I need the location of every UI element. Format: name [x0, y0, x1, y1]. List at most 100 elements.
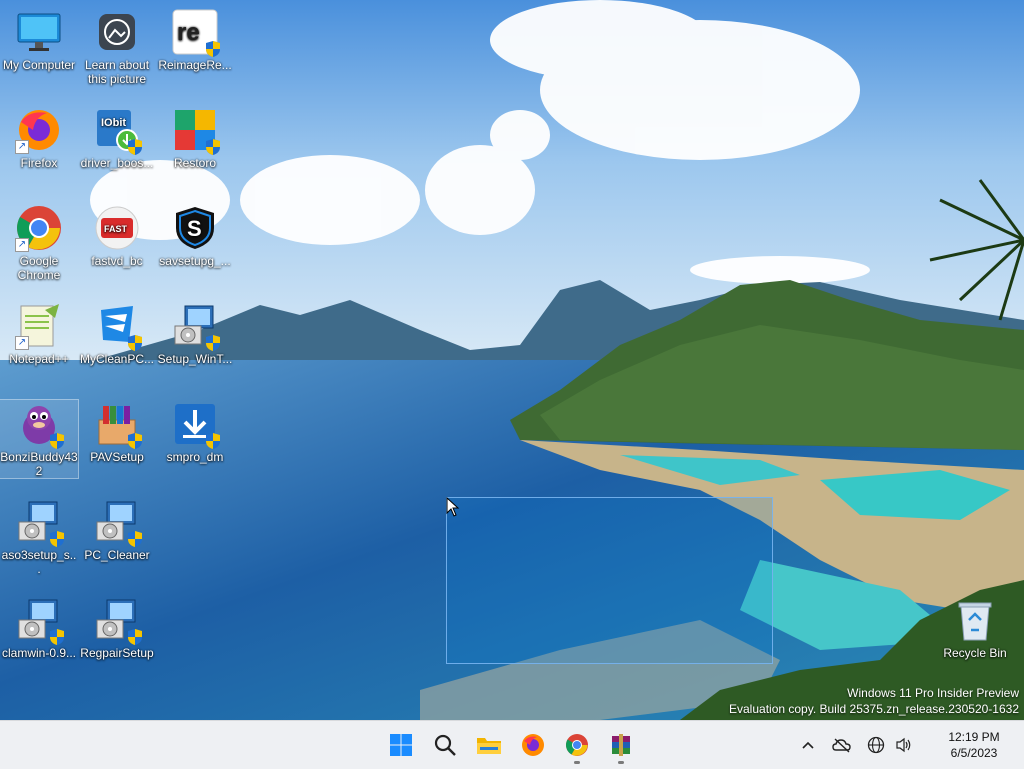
- icon-label: Google Chrome: [17, 254, 61, 282]
- icon-label: clamwin-0.9...: [1, 646, 77, 660]
- winrar-icon: [612, 734, 630, 756]
- running-indicator: [618, 761, 624, 764]
- shortcut-arrow-icon: ↗: [15, 336, 29, 350]
- icon-setup-wint[interactable]: Setup_WinT...: [156, 302, 234, 366]
- icon-label: BonziBuddy432: [0, 450, 78, 478]
- icon-savsetup[interactable]: Ssavsetupg_...: [156, 204, 234, 268]
- uac-shield-icon: [128, 433, 142, 449]
- icon-label: aso3setup_s...: [1, 548, 77, 576]
- uac-shield-icon: [128, 139, 142, 155]
- installer-icon: [93, 498, 142, 547]
- mouse-pointer-icon: [446, 497, 460, 517]
- svg-text:IObit: IObit: [101, 117, 126, 129]
- taskbar: 12:19 PM 6/5/2023: [0, 720, 1024, 769]
- uac-shield-icon: [206, 433, 220, 449]
- icon-fastvd[interactable]: FAST fastvd_bc: [78, 204, 156, 268]
- shortcut-arrow-icon: ↗: [15, 140, 29, 154]
- uac-shield-icon: [50, 531, 64, 547]
- icon-label: savsetupg_...: [159, 254, 231, 268]
- uac-shield-icon: [128, 335, 142, 351]
- uac-shield-icon: [50, 629, 64, 645]
- svg-text:re: re: [177, 19, 200, 46]
- cloud-offline-icon: [832, 738, 851, 753]
- desktop[interactable]: My Computer Learn about this picture re Rei…: [0, 0, 1024, 720]
- icon-firefox[interactable]: ↗ Firefox: [0, 106, 78, 170]
- search-icon: [434, 734, 456, 756]
- network-button[interactable]: [864, 733, 888, 757]
- folder-icon: [477, 738, 501, 754]
- search-button[interactable]: [429, 725, 461, 765]
- icon-label: smpro_dm: [166, 450, 224, 464]
- globe-icon: [867, 736, 885, 754]
- icon-label: driver_boos...: [80, 156, 154, 170]
- icon-my-computer[interactable]: My Computer: [0, 8, 78, 72]
- speaker-icon: [896, 737, 911, 753]
- mycleanpc-icon: [93, 302, 142, 351]
- chrome-icon: ↗: [15, 204, 63, 252]
- iobit-icon: IObit: [93, 106, 142, 155]
- icon-label: RegpairSetup: [80, 646, 154, 660]
- icon-google-chrome[interactable]: ↗ Google Chrome: [0, 204, 78, 282]
- installer-icon: [15, 596, 64, 645]
- icon-label: Notepad++: [9, 352, 69, 366]
- notepad-icon: ↗: [15, 302, 63, 350]
- icon-label: Recycle Bin: [943, 646, 1007, 660]
- icon-label: Setup_WinT...: [157, 352, 233, 366]
- icon-driver-booster[interactable]: IObit driver_boos...: [78, 106, 156, 170]
- icon-regpair[interactable]: RegpairSetup: [78, 596, 156, 660]
- icon-label: PAVSetup: [90, 450, 144, 464]
- firefox-taskbar-button[interactable]: [517, 725, 549, 765]
- icon-recycle-bin[interactable]: Recycle Bin: [936, 596, 1014, 660]
- camera-icon: [93, 8, 141, 56]
- icon-mycleanpc[interactable]: MyCleanPC...: [78, 302, 156, 366]
- icon-clamwin[interactable]: clamwin-0.9...: [0, 596, 78, 660]
- icon-label: fastvd_bc: [91, 254, 143, 268]
- shield-s-icon: S: [171, 204, 219, 252]
- uac-shield-icon: [206, 41, 220, 57]
- taskbar-apps: [385, 721, 637, 769]
- onedrive-button[interactable]: [830, 733, 854, 757]
- uac-shield-icon: [50, 433, 64, 449]
- clock-date: 6/5/2023: [950, 746, 998, 760]
- icon-label: Firefox: [20, 156, 58, 170]
- uac-shield-icon: [128, 629, 142, 645]
- icon-label: My Computer: [2, 58, 76, 72]
- uac-shield-icon: [206, 139, 220, 155]
- icon-learn-about-picture[interactable]: Learn about this picture: [78, 8, 156, 86]
- chrome-taskbar-button[interactable]: [561, 725, 593, 765]
- icon-pavsetup[interactable]: PAVSetup: [78, 400, 156, 464]
- file-explorer-button[interactable]: [473, 725, 505, 765]
- uac-shield-icon: [128, 531, 142, 547]
- icon-label: MyCleanPC...: [79, 352, 155, 366]
- system-tray: 12:19 PM 6/5/2023: [794, 721, 1024, 769]
- windows-watermark: Windows 11 Pro Insider Preview Evaluatio…: [729, 685, 1019, 717]
- recycle-bin-icon: [951, 596, 999, 644]
- winrar-taskbar-button[interactable]: [605, 725, 637, 765]
- watermark-edition: Windows 11 Pro Insider Preview: [847, 686, 1019, 700]
- icon-reimage[interactable]: re ReimageRe...: [156, 8, 234, 72]
- watermark-build: Evaluation copy. Build 25375.zn_release.…: [729, 702, 1019, 716]
- clock[interactable]: 12:19 PM 6/5/2023: [934, 729, 1014, 761]
- installer-icon: [93, 596, 142, 645]
- icon-label: Learn about this picture: [84, 58, 150, 86]
- chrome-icon: [566, 734, 588, 756]
- icon-aso3setup[interactable]: aso3setup_s...: [0, 498, 78, 576]
- shortcut-arrow-icon: ↗: [15, 238, 29, 252]
- start-button[interactable]: [385, 725, 417, 765]
- icon-bonzibuddy[interactable]: BonziBuddy432: [0, 399, 79, 479]
- svg-text:S: S: [187, 216, 202, 241]
- installer-icon: [15, 498, 64, 547]
- chevron-up-icon: [802, 741, 814, 749]
- monitor-icon: [15, 8, 63, 56]
- clock-time: 12:19 PM: [948, 730, 1000, 744]
- icon-smpro[interactable]: smpro_dm: [156, 400, 234, 464]
- icon-restoro[interactable]: Restoro: [156, 106, 234, 170]
- svg-text:FAST: FAST: [104, 224, 128, 234]
- icon-notepadpp[interactable]: ↗ Notepad++: [0, 302, 78, 366]
- show-hidden-icons-button[interactable]: [796, 733, 820, 757]
- icon-pc-cleaner[interactable]: PC_Cleaner: [78, 498, 156, 562]
- uac-shield-icon: [206, 335, 220, 351]
- fast-video-icon: FAST: [93, 204, 141, 252]
- icon-label: Restoro: [173, 156, 217, 170]
- volume-button[interactable]: [892, 733, 916, 757]
